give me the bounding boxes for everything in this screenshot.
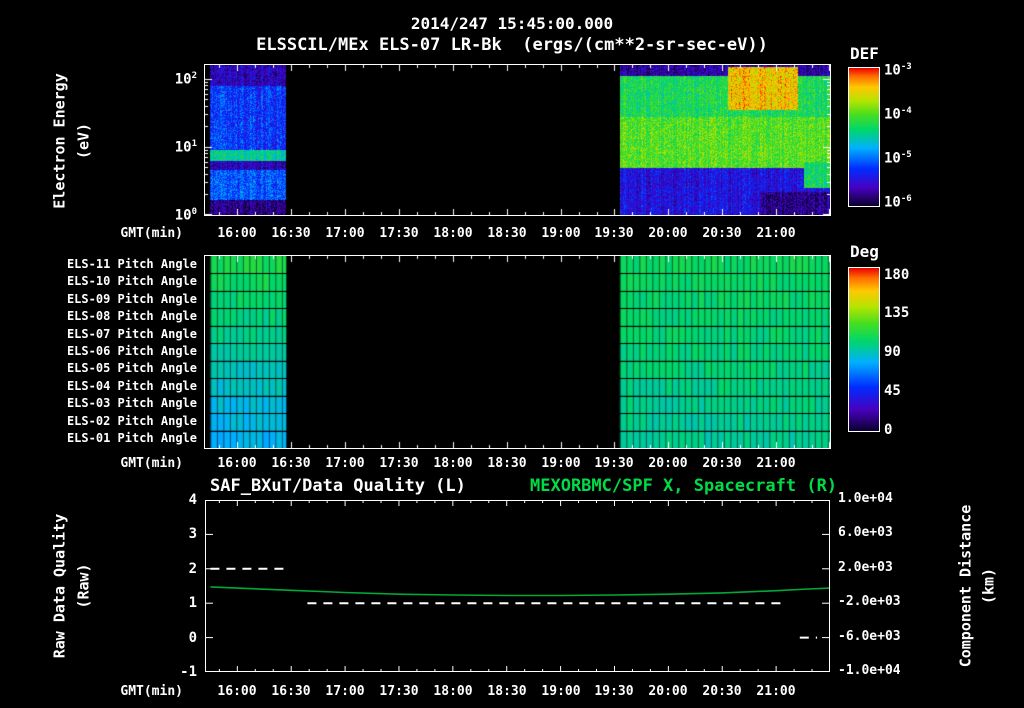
time-tick-label: 16:00: [217, 684, 257, 699]
deg-colorbar-tick: 180: [884, 267, 910, 283]
time-tick-label: 19:00: [541, 226, 581, 241]
def-colorbar-tick: 10-3: [884, 62, 912, 79]
time-tick-label: 17:00: [325, 684, 365, 699]
distance-ytick-label: 2.0e+03: [838, 560, 893, 575]
time-tick-label: 19:00: [541, 684, 581, 699]
time-tick-label: 17:00: [325, 456, 365, 471]
pitch-angle-heatmap: [204, 255, 831, 449]
quality-series-title: SAF_BXuT/Data Quality (L): [210, 476, 466, 496]
deg-colorbar-tick: 90: [884, 344, 901, 360]
quality-ytick-label: 3: [188, 526, 197, 542]
deg-colorbar-tick: 0: [884, 422, 893, 438]
quality-ytick-label: 1: [188, 595, 197, 611]
electron-energy-spectrogram: [204, 64, 831, 216]
els-row-label: ELS-10 Pitch Angle: [66, 274, 197, 288]
els-row-label: ELS-01 Pitch Angle: [66, 431, 197, 445]
quality-y-axis-label: Raw Data Quality: [50, 513, 69, 659]
time-tick-label: 20:00: [648, 226, 688, 241]
time-tick-label: 20:30: [702, 456, 742, 471]
time-tick-label: 17:00: [325, 226, 365, 241]
energy-ytick-label: 100: [174, 207, 197, 224]
time-tick-label: 16:30: [271, 226, 311, 241]
time-tick-label: 21:00: [756, 226, 796, 241]
els-row-label: ELS-02 Pitch Angle: [66, 414, 197, 428]
time-tick-label: 18:30: [487, 684, 527, 699]
spectrogram-y-axis-label: Electron Energy: [50, 73, 69, 209]
def-colorbar-tick: 10-4: [884, 106, 912, 123]
def-colorbar-tick: 10-6: [884, 194, 912, 211]
deg-colorbar-title: Deg: [850, 242, 879, 261]
els-row-label: ELS-04 Pitch Angle: [66, 379, 197, 393]
quality-ytick-label: 0: [188, 630, 197, 646]
quality-ytick-label: 2: [188, 561, 197, 577]
els-row-label: ELS-05 Pitch Angle: [66, 361, 197, 375]
energy-ytick-label: 101: [174, 139, 197, 156]
spectrogram-y-axis-units: (eV): [74, 122, 93, 160]
time-tick-label: 20:30: [702, 226, 742, 241]
time-tick-label: 17:30: [379, 226, 419, 241]
gmt-axis-label-bottom: GMT(min): [120, 684, 183, 699]
time-tick-label: 19:30: [594, 226, 634, 241]
time-tick-label: 19:30: [594, 684, 634, 699]
time-tick-label: 21:00: [756, 456, 796, 471]
time-tick-label: 20:00: [648, 456, 688, 471]
time-tick-label: 16:30: [271, 684, 311, 699]
time-tick-label: 20:00: [648, 684, 688, 699]
distance-series-title: MEXORBMC/SPF X, Spacecraft (R): [530, 476, 838, 496]
time-tick-label: 18:00: [433, 684, 473, 699]
plot-page: { "header": { "timestamp_title": "2014/2…: [0, 0, 1024, 708]
time-tick-label: 19:30: [594, 456, 634, 471]
time-tick-label: 16:00: [217, 226, 257, 241]
distance-ytick-label: -6.0e+03: [838, 629, 901, 644]
deg-colorbar-tick: 135: [884, 305, 910, 321]
els-row-label: ELS-07 Pitch Angle: [66, 327, 197, 341]
gmt-axis-label-top: GMT(min): [120, 226, 183, 241]
els-row-label: ELS-06 Pitch Angle: [66, 344, 197, 358]
time-tick-label: 21:00: [756, 684, 796, 699]
time-tick-label: 18:30: [487, 456, 527, 471]
time-tick-label: 20:30: [702, 684, 742, 699]
distance-y-axis-units: (km): [979, 567, 998, 605]
def-colorbar-title: DEF: [850, 44, 879, 63]
distance-ytick-label: -2.0e+03: [838, 594, 901, 609]
timeseries-plot: [205, 500, 830, 672]
quality-ytick-label: -1: [180, 664, 197, 680]
def-colorbar-tick: 10-5: [884, 150, 912, 167]
els-row-label: ELS-11 Pitch Angle: [66, 257, 197, 271]
distance-ytick-label: -1.0e+04: [838, 663, 901, 678]
time-tick-label: 18:00: [433, 226, 473, 241]
time-tick-label: 18:00: [433, 456, 473, 471]
quality-ytick-label: 4: [188, 492, 197, 508]
els-row-label: ELS-09 Pitch Angle: [66, 292, 197, 306]
distance-ytick-label: 1.0e+04: [838, 491, 893, 506]
energy-ytick-label: 102: [174, 71, 197, 88]
time-tick-label: 17:30: [379, 456, 419, 471]
gmt-axis-label-middle: GMT(min): [120, 456, 183, 471]
deg-colorbar-tick: 45: [884, 383, 901, 399]
timestamp-title: 2014/247 15:45:00.000: [410, 14, 614, 33]
time-tick-label: 17:30: [379, 684, 419, 699]
quality-y-axis-units: (Raw): [74, 563, 93, 609]
time-tick-label: 16:30: [271, 456, 311, 471]
time-tick-label: 18:30: [487, 226, 527, 241]
distance-ytick-label: 6.0e+03: [838, 525, 893, 540]
els-row-label: ELS-08 Pitch Angle: [66, 309, 197, 323]
def-colorbar: [848, 67, 880, 207]
distance-y-axis-label: Component Distance: [956, 504, 975, 668]
time-tick-label: 19:00: [541, 456, 581, 471]
deg-colorbar: [848, 267, 880, 432]
els-row-label: ELS-03 Pitch Angle: [66, 396, 197, 410]
time-tick-label: 16:00: [217, 456, 257, 471]
